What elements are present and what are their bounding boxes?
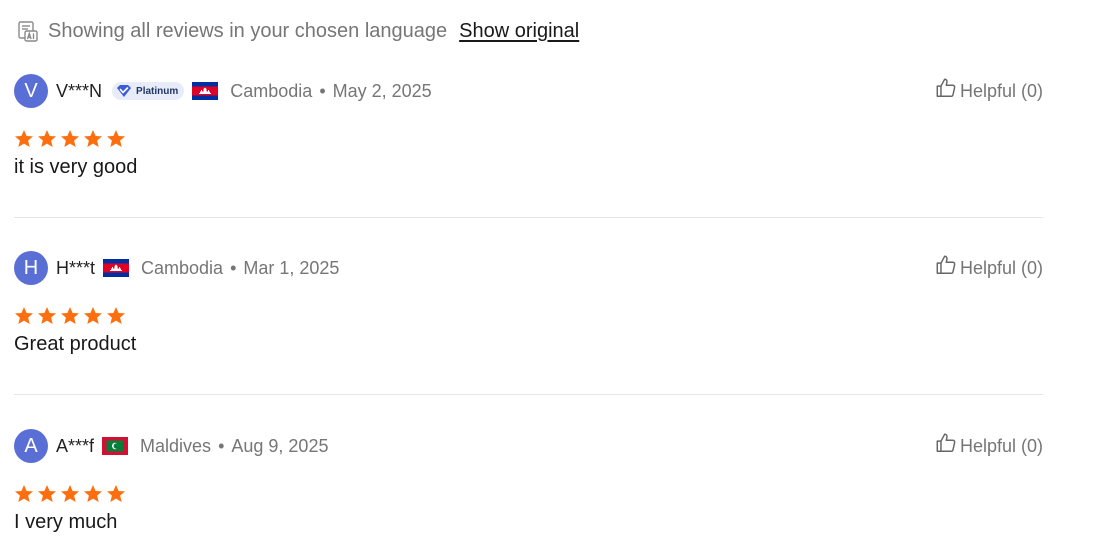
cambodia-flag-icon bbox=[192, 82, 219, 100]
helpful-label: Helpful (0) bbox=[959, 80, 1043, 101]
review-header: A A***f Maldives • Aug 9, 2025 Helpful (… bbox=[14, 429, 1043, 463]
review-date: May 2, 2025 bbox=[332, 80, 432, 101]
star-rating bbox=[14, 306, 126, 326]
avatar: V bbox=[14, 74, 48, 108]
star-icon bbox=[37, 306, 57, 326]
star-icon bbox=[83, 484, 103, 504]
thumbs-up-icon bbox=[935, 254, 957, 276]
helpful-label: Helpful (0) bbox=[959, 257, 1043, 278]
star-icon bbox=[37, 484, 57, 504]
separator-dot: • bbox=[319, 80, 326, 101]
translation-notice: Showing all reviews in your chosen langu… bbox=[16, 18, 579, 44]
review-divider bbox=[14, 217, 1043, 218]
star-icon bbox=[106, 306, 126, 326]
review-divider bbox=[14, 394, 1043, 395]
helpful-button[interactable]: Helpful (0) bbox=[935, 74, 1043, 108]
cambodia-flag-icon bbox=[103, 259, 130, 277]
reviewer-country: Maldives bbox=[140, 435, 212, 456]
review-header: H H***t Cambodia • Mar 1, 2025 Helpful (… bbox=[14, 251, 1043, 285]
star-rating bbox=[14, 129, 126, 149]
star-icon bbox=[14, 484, 34, 504]
translation-message: Showing all reviews in your chosen langu… bbox=[48, 19, 448, 42]
star-icon bbox=[106, 484, 126, 504]
avatar: A bbox=[14, 429, 48, 463]
thumbs-up-icon bbox=[935, 432, 957, 454]
separator-dot: • bbox=[230, 257, 237, 278]
star-icon bbox=[60, 306, 80, 326]
star-icon bbox=[60, 129, 80, 149]
reviewer-country: Cambodia bbox=[230, 80, 313, 101]
star-rating bbox=[14, 484, 126, 504]
review-text: I very much bbox=[14, 511, 118, 533]
review-text: it is very good bbox=[14, 156, 138, 178]
review-header: V V***N Platinum Cambodia • May 2, 2025 … bbox=[14, 74, 1043, 108]
reviewer-country: Cambodia bbox=[141, 257, 224, 278]
star-icon bbox=[83, 306, 103, 326]
reviewer-name: A***f bbox=[56, 435, 95, 456]
reviewer-name: H***t bbox=[56, 257, 96, 278]
star-icon bbox=[83, 129, 103, 149]
platinum-badge: Platinum bbox=[112, 82, 185, 100]
star-icon bbox=[60, 484, 80, 504]
helpful-button[interactable]: Helpful (0) bbox=[935, 429, 1043, 463]
separator-dot: • bbox=[218, 435, 225, 456]
review-text: Great product bbox=[14, 333, 137, 355]
translate-ai-icon bbox=[16, 19, 40, 43]
avatar: H bbox=[14, 251, 48, 285]
maldives-flag-icon bbox=[102, 437, 129, 455]
review-date: Aug 9, 2025 bbox=[231, 435, 329, 456]
review-date: Mar 1, 2025 bbox=[243, 257, 340, 278]
platinum-label: Platinum bbox=[136, 85, 179, 97]
helpful-label: Helpful (0) bbox=[959, 435, 1043, 456]
star-icon bbox=[14, 129, 34, 149]
show-original-link[interactable]: Show original bbox=[459, 20, 579, 43]
star-icon bbox=[106, 129, 126, 149]
diamond-icon bbox=[114, 83, 134, 99]
helpful-button[interactable]: Helpful (0) bbox=[935, 251, 1043, 285]
reviewer-name: V***N bbox=[56, 80, 103, 101]
star-icon bbox=[37, 129, 57, 149]
thumbs-up-icon bbox=[935, 77, 957, 99]
star-icon bbox=[14, 306, 34, 326]
